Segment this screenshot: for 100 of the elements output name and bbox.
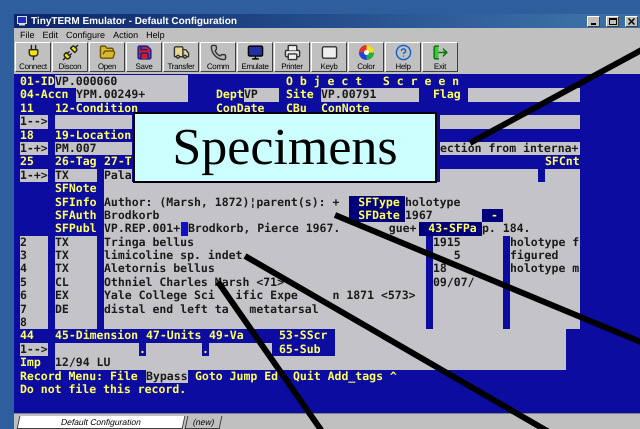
field-value[interactable]: TX bbox=[55, 262, 97, 276]
field-value[interactable]: Author: (Marsh, 1872)¦parent(s): + bbox=[104, 196, 349, 209]
specimens-callout: Specimens bbox=[133, 112, 437, 183]
field-value[interactable]: Aletornis bellus bbox=[104, 262, 426, 276]
input-field[interactable] bbox=[440, 115, 580, 129]
toolbar-button[interactable]: Exit bbox=[422, 42, 458, 72]
field-value[interactable]: Pala bbox=[104, 168, 132, 182]
toolbar-button[interactable]: Emulate bbox=[237, 42, 273, 72]
phone-icon bbox=[210, 44, 226, 61]
field-value[interactable]: 1-+> bbox=[20, 168, 48, 182]
field-label: 44 bbox=[20, 329, 34, 343]
menu-item[interactable]: Edit bbox=[38, 30, 62, 40]
field-value[interactable]: 8 bbox=[20, 316, 48, 330]
window-title: TinyTERM Emulator - Default Configuration bbox=[31, 16, 238, 26]
field-label: SFNote bbox=[55, 182, 97, 196]
field-label: 04-Accn bbox=[20, 88, 69, 102]
field-label: SFPubl bbox=[55, 222, 97, 236]
field-value[interactable]: Yale College Sci ific Expe n 1871 <573> bbox=[104, 289, 426, 303]
menu-item[interactable]: File bbox=[16, 30, 39, 40]
config-tab[interactable]: Default Configuration bbox=[16, 416, 186, 429]
input-field[interactable] bbox=[146, 342, 202, 356]
field-value[interactable]: YPM.00249+ bbox=[76, 88, 188, 102]
exit-icon bbox=[432, 44, 448, 61]
menu-item[interactable]: Action bbox=[109, 30, 142, 40]
field-label: SFCnt bbox=[545, 155, 580, 169]
field-value[interactable]: 4 bbox=[20, 262, 48, 276]
field-label: 01-ID bbox=[20, 75, 55, 88]
config-tab[interactable]: (new) bbox=[184, 416, 222, 429]
field-value[interactable]: 1--> bbox=[20, 115, 48, 129]
field-value[interactable]: 7 bbox=[20, 302, 48, 316]
maximize-button[interactable] bbox=[606, 16, 619, 26]
field-value[interactable]: TX bbox=[55, 236, 97, 250]
printer-icon bbox=[284, 44, 300, 61]
field-value[interactable]: 6 bbox=[20, 289, 48, 303]
field-value[interactable]: 5 bbox=[433, 249, 503, 262]
tag-label: SFType bbox=[349, 196, 405, 209]
input-field[interactable] bbox=[440, 168, 538, 182]
field-value[interactable]: ection from interna+ bbox=[440, 142, 580, 156]
field-value[interactable]: 1915 bbox=[433, 236, 503, 250]
field-label: Record Menu: File bbox=[20, 370, 139, 383]
field-value[interactable]: VP.00791 bbox=[321, 88, 419, 102]
field-value[interactable]: PM.007 bbox=[55, 142, 132, 156]
help-icon bbox=[394, 44, 412, 61]
field-value[interactable]: EX bbox=[55, 289, 97, 303]
toolbar-button[interactable]: Comm bbox=[200, 42, 236, 72]
field-value[interactable]: DE bbox=[55, 302, 97, 316]
field-value[interactable]: VP.000060 bbox=[55, 75, 188, 88]
input-field[interactable] bbox=[55, 342, 139, 356]
field-value[interactable]: figured bbox=[510, 249, 580, 262]
field-label: 45-Dimension bbox=[55, 329, 139, 343]
field-value[interactable]: 1-+> bbox=[20, 142, 48, 156]
field-value[interactable]: Brodkorb, Pierce 1967. gue+ bbox=[188, 222, 419, 236]
field-value[interactable]: holotype bbox=[405, 196, 580, 209]
toolbar-button[interactable]: Discon bbox=[52, 42, 88, 72]
field-value[interactable]: limicoline sp. indet bbox=[104, 249, 426, 262]
toolbar-button[interactable]: Color bbox=[348, 42, 384, 72]
toolbar-button[interactable]: Connect bbox=[15, 42, 51, 72]
input-field[interactable] bbox=[55, 115, 132, 129]
field-label: 47-Units bbox=[146, 329, 202, 343]
unplug-icon bbox=[62, 44, 78, 61]
menu-item[interactable]: Help bbox=[142, 30, 169, 40]
field-value[interactable]: 12/94 LU bbox=[55, 356, 566, 370]
field-value[interactable]: holotype f bbox=[510, 236, 580, 250]
toolbar-button[interactable]: Keyb bbox=[311, 42, 347, 72]
field-label: 26-Tag bbox=[55, 155, 97, 169]
field-label: 53-SScr bbox=[279, 329, 328, 343]
field-value[interactable]: TX bbox=[55, 249, 97, 262]
close-button[interactable] bbox=[625, 16, 638, 26]
input-field[interactable] bbox=[545, 168, 580, 182]
field-value[interactable]: 5 bbox=[20, 276, 48, 290]
color-wheel-icon bbox=[358, 44, 374, 61]
toolbar-button[interactable]: Transfer bbox=[163, 42, 199, 72]
field-value[interactable]: p. 184. bbox=[482, 222, 580, 236]
menu-item[interactable]: Configure bbox=[62, 30, 110, 40]
field-label: Goto Jump Ed bbox=[195, 370, 279, 383]
field-label: . bbox=[139, 342, 146, 356]
input-field[interactable] bbox=[55, 316, 97, 330]
folder-icon bbox=[98, 44, 116, 61]
field-value[interactable]: 3 bbox=[20, 249, 48, 262]
minimize-button[interactable] bbox=[587, 16, 600, 26]
field-value[interactable]: TX bbox=[55, 168, 97, 182]
monitor-icon bbox=[246, 44, 264, 61]
field-value[interactable]: VP bbox=[244, 88, 279, 102]
toolbar-button[interactable]: Help bbox=[385, 42, 421, 72]
toolbar-button[interactable]: Save bbox=[126, 42, 162, 72]
toolbar-button[interactable]: Printer bbox=[274, 42, 310, 72]
field-value[interactable]: Bypass bbox=[146, 370, 188, 383]
input-field[interactable] bbox=[104, 316, 426, 330]
field-value[interactable]: holotype m bbox=[510, 262, 580, 276]
field-label: Imp bbox=[20, 356, 41, 370]
field-value[interactable]: 1967 bbox=[405, 208, 482, 222]
close-icon bbox=[628, 18, 635, 24]
input-field[interactable] bbox=[104, 182, 580, 196]
field-value[interactable]: Brodkorb bbox=[104, 208, 349, 222]
field-value[interactable]: 2 bbox=[20, 236, 48, 250]
toolbar-button[interactable]: Open bbox=[89, 42, 125, 72]
field-label: O b j e c t S c r e e n bbox=[286, 75, 460, 88]
field-value[interactable]: CL bbox=[55, 276, 97, 290]
field-value[interactable]: VP.REP.001+ bbox=[104, 222, 181, 236]
field-value[interactable]: 1--> bbox=[20, 342, 48, 356]
